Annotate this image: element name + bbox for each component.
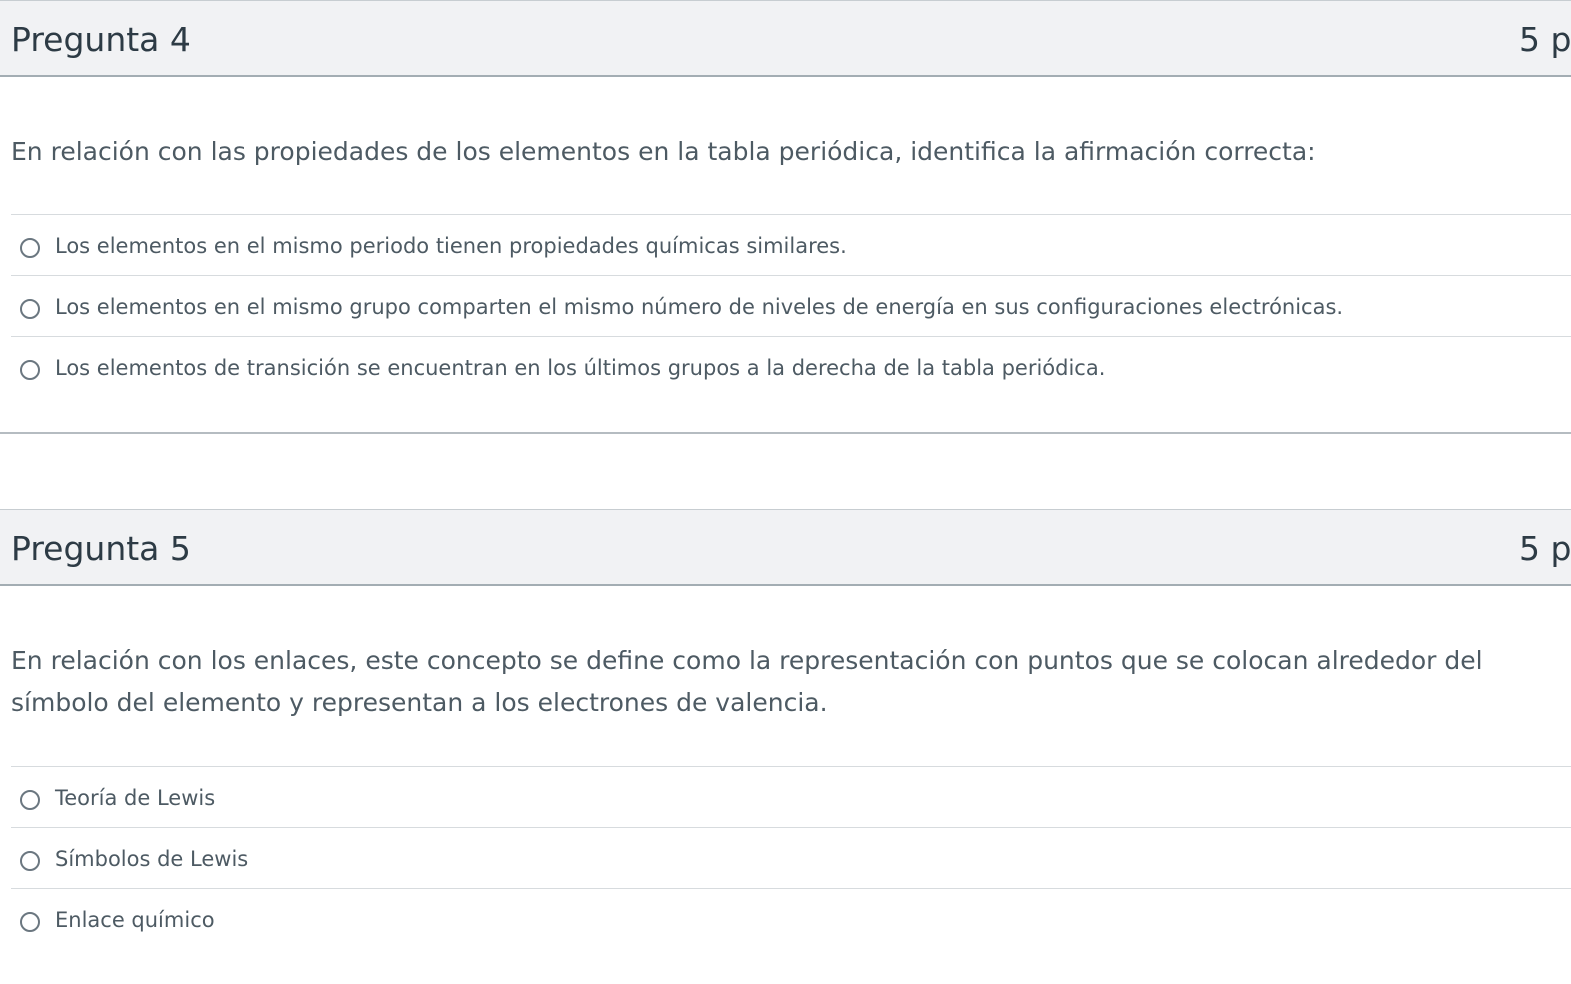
answer-label[interactable]: Enlace químico	[55, 905, 215, 935]
answer-list: Los elementos en el mismo periodo tienen…	[11, 214, 1571, 397]
question-text: En relación con los enlaces, este concep…	[11, 646, 1483, 717]
radio-button[interactable]	[20, 851, 40, 871]
radio-button[interactable]	[20, 790, 40, 810]
answer-option[interactable]: Símbolos de Lewis	[11, 827, 1571, 888]
answer-option[interactable]: Teoría de Lewis	[11, 766, 1571, 827]
question-4: Pregunta 4 5 p En relación con las propi…	[0, 0, 1571, 434]
answer-label[interactable]: Los elementos de transición se encuentra…	[55, 353, 1105, 383]
question-divider	[0, 432, 1571, 434]
question-header: Pregunta 5 5 p	[0, 509, 1571, 586]
answer-label[interactable]: Teoría de Lewis	[55, 783, 215, 813]
radio-button[interactable]	[20, 299, 40, 319]
answer-option[interactable]: Los elementos en el mismo periodo tienen…	[11, 214, 1571, 275]
answer-option[interactable]: Los elementos en el mismo grupo comparte…	[11, 275, 1571, 336]
answer-list: Teoría de Lewis Símbolos de Lewis Enlace…	[11, 766, 1571, 949]
answer-label[interactable]: Los elementos en el mismo periodo tienen…	[55, 231, 847, 261]
answer-option[interactable]: Los elementos de transición se encuentra…	[11, 336, 1571, 397]
question-points: 5 p	[1519, 20, 1571, 59]
radio-button[interactable]	[20, 238, 40, 258]
question-title: Pregunta 4	[11, 20, 191, 59]
answer-label[interactable]: Símbolos de Lewis	[55, 844, 248, 874]
question-5: Pregunta 5 5 p En relación con los enlac…	[0, 509, 1571, 932]
question-text: En relación con las propiedades de los e…	[11, 137, 1316, 166]
answer-option[interactable]: Enlace químico	[11, 888, 1571, 949]
radio-button[interactable]	[20, 360, 40, 380]
answer-label[interactable]: Los elementos en el mismo grupo comparte…	[55, 292, 1343, 322]
question-header: Pregunta 4 5 p	[0, 0, 1571, 77]
radio-button[interactable]	[20, 912, 40, 932]
question-points: 5 p	[1519, 529, 1571, 568]
question-title: Pregunta 5	[11, 529, 191, 568]
